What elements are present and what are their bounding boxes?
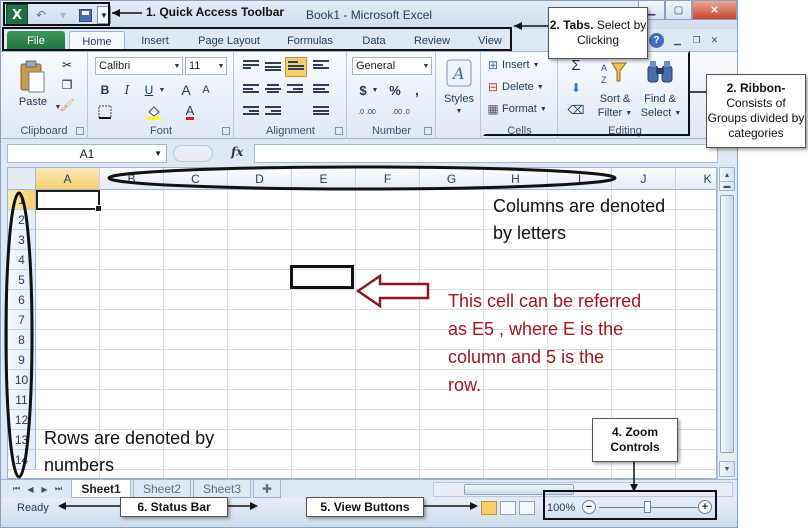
- rows-annotation-1: Rows are denoted by: [44, 428, 215, 448]
- qat-annotation: 1. Quick Access Toolbar: [146, 5, 285, 19]
- cell-annotation-4: row.: [448, 375, 482, 395]
- columns-annotation-1: Columns are denoted: [493, 196, 666, 216]
- zoom-callout-title: 4. Zoom: [611, 425, 658, 439]
- ribbon-callout: 2. Ribbon- Consists of Groups divided by …: [706, 74, 806, 148]
- tabs-callout: 2. Tabs. Select by Clicking: [548, 7, 648, 59]
- zoom-callout: 4. Zoom Controls: [592, 418, 678, 462]
- cell-annotation-1: This cell can be referred: [448, 291, 642, 311]
- ribbon-callout-title: 2. Ribbon-: [726, 81, 786, 95]
- rows-annotation-2: numbers: [44, 455, 115, 475]
- columns-annotation-2: by letters: [493, 223, 567, 243]
- cell-annotation-2: as E5 , where E is the: [448, 319, 624, 339]
- view-buttons-callout: 5. View Buttons: [306, 497, 424, 517]
- zoom-callout-text: Controls: [610, 440, 660, 454]
- cell-annotation-3: column and 5 is the: [448, 347, 605, 367]
- ribbon-callout-text: Consists of Groups divided by categories: [707, 96, 805, 140]
- status-bar-callout: 6. Status Bar: [120, 497, 228, 517]
- tabs-callout-title: 2. Tabs.: [549, 18, 594, 32]
